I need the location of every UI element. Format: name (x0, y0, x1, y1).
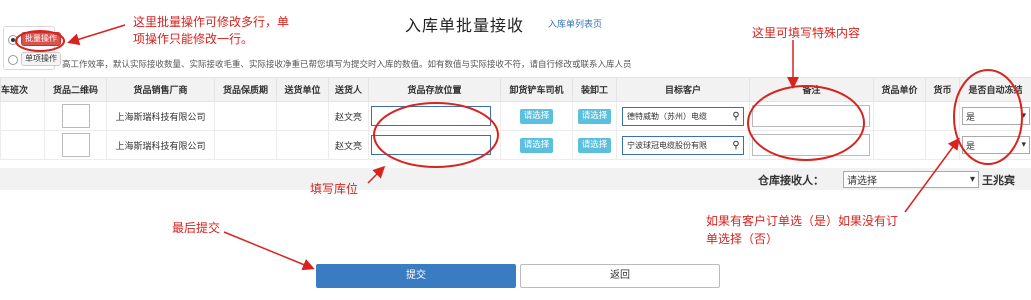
location-note-arrow (367, 165, 386, 184)
batch-note-line1: 这里批量操作可修改多行，单 (133, 15, 290, 29)
batch-highlight-ellipse (15, 30, 65, 52)
location-highlight-ellipse (373, 102, 499, 168)
location-note: 填写库位 (310, 182, 359, 196)
remark-highlight-ellipse (747, 85, 865, 161)
remark-note: 这里可填写特殊内容 (752, 26, 861, 40)
freeze-note-line1: 如果有客户订单选（是）如果没有订 (706, 214, 899, 228)
freeze-highlight-ellipse (953, 69, 1023, 165)
freeze-note-line2: 单选择（否） (706, 232, 779, 246)
freeze-note-arrow (904, 137, 960, 213)
batch-note-line2: 项操作只能修改一行。 (133, 32, 254, 46)
submit-note: 最后提交 (172, 221, 221, 235)
batch-note-arrow (67, 24, 126, 46)
submit-note-arrow (223, 231, 315, 271)
